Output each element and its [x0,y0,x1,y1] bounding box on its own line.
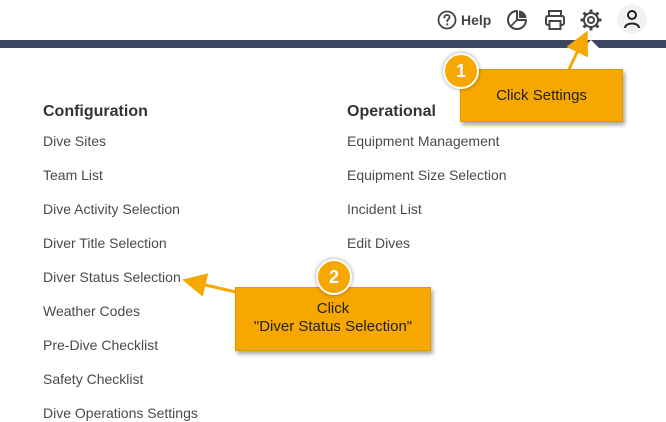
arrow-to-diver-status [182,273,237,297]
step-badge-1: 1 [443,53,479,89]
callout-click-diver-status: Click "Diver Status Selection" [235,287,431,351]
annotation-arrows [182,30,588,297]
step-badge-2: 2 [316,259,352,295]
callout-2-line1: Click [316,300,350,317]
callout-2-line2: "Diver Status Selection" [253,318,413,335]
callout-1-text: Click Settings [496,87,587,104]
callout-click-settings: Click Settings [460,69,623,122]
